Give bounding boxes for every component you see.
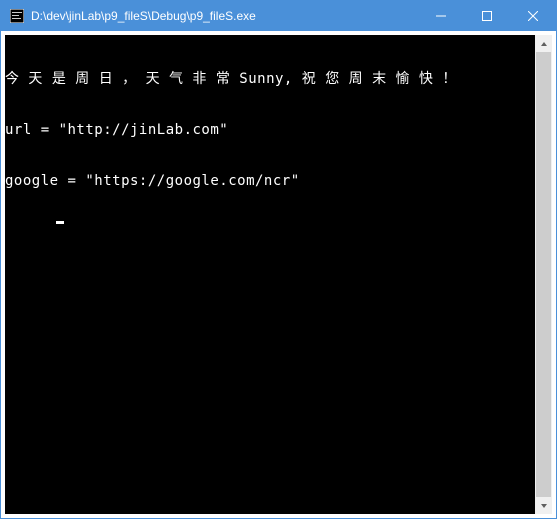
console-line-3: google = "https://google.com/ncr": [5, 173, 535, 190]
console-line-1: 今 天 是 周 日 ， 天 气 非 常 Sunny, 祝 您 周 末 愉 快 ！: [5, 71, 535, 88]
text-cursor: [56, 221, 64, 224]
vertical-scrollbar[interactable]: [535, 35, 552, 514]
scroll-up-button[interactable]: [535, 35, 552, 52]
minimize-button[interactable]: [418, 1, 464, 31]
app-icon: [9, 8, 25, 24]
app-window: D:\dev\jinLab\p9_fileS\Debug\p9_fileS.ex…: [0, 0, 557, 519]
close-button[interactable]: [510, 1, 556, 31]
console-output: 今 天 是 周 日 ， 天 气 非 常 Sunny, 祝 您 周 末 愉 快 ！…: [5, 35, 535, 514]
console-line-2: url = "http://jinLab.com": [5, 122, 535, 139]
scrollbar-track[interactable]: [535, 52, 552, 497]
client-area: 今 天 是 周 日 ， 天 气 非 常 Sunny, 祝 您 周 末 愉 快 ！…: [1, 31, 556, 518]
window-title: D:\dev\jinLab\p9_fileS\Debug\p9_fileS.ex…: [31, 9, 418, 23]
scroll-down-button[interactable]: [535, 497, 552, 514]
maximize-button[interactable]: [464, 1, 510, 31]
window-controls: [418, 1, 556, 31]
titlebar[interactable]: D:\dev\jinLab\p9_fileS\Debug\p9_fileS.ex…: [1, 1, 556, 31]
scrollbar-thumb[interactable]: [536, 52, 551, 497]
